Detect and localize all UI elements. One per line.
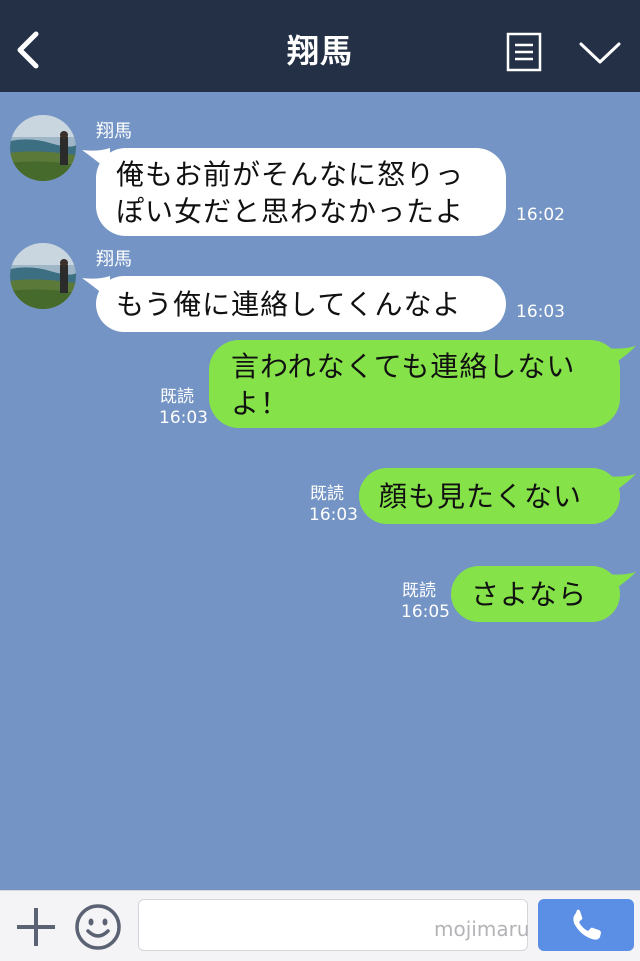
avatar-photo	[10, 115, 76, 181]
message-bubble[interactable]: 顔も見たくない	[359, 468, 620, 524]
message-bubble[interactable]: 言われなくても連絡しない よ！	[209, 340, 620, 428]
message-text-line: さよなら	[471, 578, 588, 611]
message-time: 16:05	[401, 602, 450, 622]
message-time: 16:03	[309, 505, 358, 525]
avatar-photo	[10, 243, 76, 309]
bubble-tail	[606, 474, 636, 496]
bubble-tail	[606, 346, 636, 368]
chevron-down-icon	[579, 42, 621, 64]
message-bubble[interactable]: 俺もお前がそんなに怒りっ ぽい女だと思わなかったよ	[96, 148, 506, 236]
note-button[interactable]	[506, 32, 542, 72]
watermark-text: mojimaru	[434, 917, 530, 941]
message-text-line: 顔も見たくない	[379, 480, 583, 513]
message-bubble[interactable]: さよなら	[451, 566, 620, 622]
message-text-line: ぽい女だと思わなかったよ	[116, 195, 465, 228]
input-bar: mojimaru	[0, 890, 640, 961]
note-icon	[506, 32, 542, 72]
avatar[interactable]	[10, 243, 76, 309]
read-receipt: 既読	[310, 484, 344, 504]
plus-icon	[17, 908, 55, 946]
collapse-button[interactable]	[578, 38, 622, 68]
message-text-line: もう俺に連絡してくんなよ	[116, 288, 462, 321]
message-bubble[interactable]: もう俺に連絡してくんなよ	[96, 276, 506, 332]
emoji-button[interactable]	[74, 903, 122, 951]
read-receipt: 既読	[160, 387, 194, 407]
message-time: 16:03	[516, 302, 565, 322]
message-time: 16:03	[159, 408, 208, 428]
read-receipt: 既読	[402, 581, 436, 601]
message-text-line: 俺もお前がそんなに怒りっ	[116, 158, 465, 191]
bubble-tail	[606, 572, 636, 594]
smiley-icon	[75, 904, 121, 950]
chat-header: 翔馬	[0, 0, 640, 92]
chat-title: 翔馬	[286, 32, 353, 70]
message-time: 16:02	[516, 205, 565, 225]
phone-icon	[573, 909, 601, 940]
message-text-line: よ！	[231, 387, 290, 420]
message-text-line: 言われなくても連絡しない	[231, 350, 576, 383]
call-button[interactable]	[538, 899, 634, 951]
add-button[interactable]	[14, 905, 58, 949]
avatar[interactable]	[10, 115, 76, 181]
sender-name: 翔馬	[96, 121, 132, 142]
sender-name: 翔馬	[96, 249, 132, 270]
